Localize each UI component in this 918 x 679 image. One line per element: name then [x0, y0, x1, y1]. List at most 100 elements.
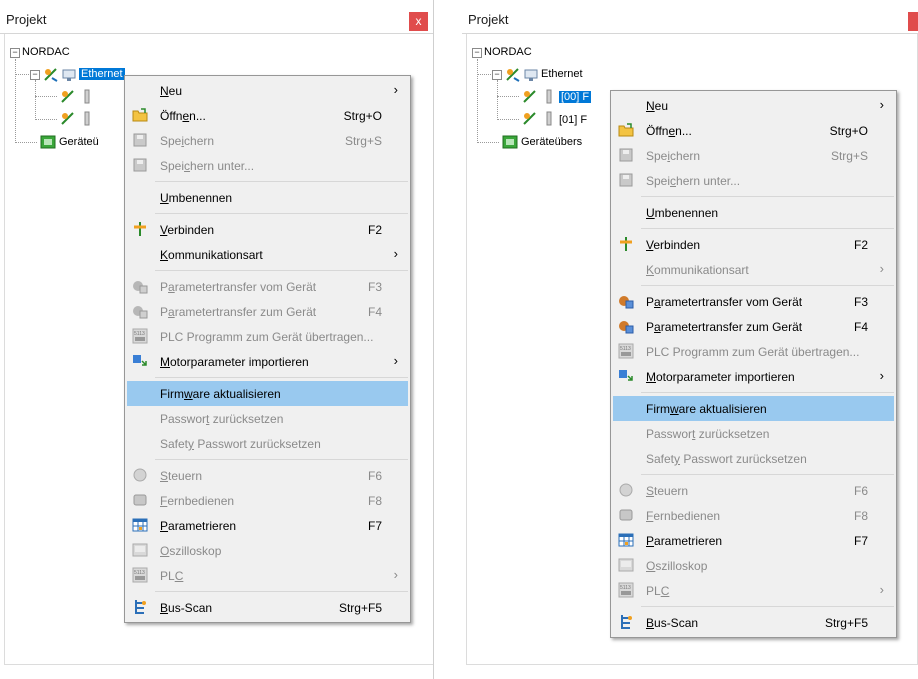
menu-item-label: Parametertransfer zum Gerät: [646, 320, 803, 334]
menu-item-umbenennen[interactable]: Umbenennen: [613, 200, 894, 225]
tree-item-ethernet[interactable]: Ethernet: [79, 66, 125, 82]
device-overview-icon: [40, 134, 56, 150]
tree-connector: [477, 142, 499, 143]
menu-item-speichern-unter[interactable]: Speichern unter...: [127, 153, 408, 178]
menu-item-plc[interactable]: 5113 PLC ›: [613, 578, 894, 603]
tree-connector: [15, 142, 37, 143]
menu-item-kommunikationsart[interactable]: Kommunikationsart ›: [613, 257, 894, 282]
menu-item-steuern[interactable]: Steuern F6: [613, 478, 894, 503]
tree-label: NORDAC: [484, 46, 532, 58]
collapse-toggle[interactable]: −: [30, 70, 40, 80]
menu-item-neu[interactable]: Neu ›: [127, 78, 408, 103]
menu-item-shortcut: F4: [853, 320, 868, 334]
menu-item-fernbedienen[interactable]: Fernbedienen F8: [613, 503, 894, 528]
tree-item-device-overview[interactable]: Geräteü: [59, 134, 99, 150]
collapse-toggle[interactable]: −: [492, 70, 502, 80]
menu-item-parametrieren[interactable]: Parametrieren F7: [127, 513, 408, 538]
menu-item-label: Fernbedienen: [646, 509, 721, 523]
tree-item-device-01[interactable]: [01] F: [559, 112, 587, 128]
tree-item-device-overview[interactable]: Geräteübers: [521, 134, 582, 150]
tree-label: Ethernet: [79, 68, 125, 80]
menu-item-label: Kommunikationsart: [646, 263, 749, 277]
tree-label: Geräteübers: [521, 136, 583, 148]
device-status-icon: [522, 111, 538, 127]
menu-item-shortcut: Strg+O: [343, 109, 382, 123]
tree-connector: [35, 119, 57, 120]
svg-text:5113: 5113: [134, 331, 145, 337]
tree-label: Geräteü: [59, 136, 99, 148]
menu-item-bus-scan[interactable]: Bus-Scan Strg+F5: [127, 595, 408, 620]
collapse-toggle[interactable]: −: [472, 48, 482, 58]
submenu-arrow-icon: ›: [879, 368, 884, 383]
menu-item-oeffnen[interactable]: Öffnen... Strg+O: [127, 103, 408, 128]
menu-item-neu[interactable]: Neu ›: [613, 93, 894, 118]
device-status-icon: [60, 111, 76, 127]
tree-connector: [15, 74, 29, 75]
menu-item-oszilloskop[interactable]: Oszilloskop: [613, 553, 894, 578]
close-button[interactable]: [908, 12, 918, 31]
menu-item-plc-programm-uebertragen[interactable]: 5113 PLC Programm zum Gerät übertragen...: [613, 339, 894, 364]
menu-item-bus-scan[interactable]: Bus-Scan Strg+F5: [613, 610, 894, 635]
open-folder-icon: [132, 107, 148, 123]
ethernet-icon: [523, 67, 539, 83]
connection-icon: [43, 67, 59, 83]
menu-item-motorparameter-importieren[interactable]: Motorparameter importieren ›: [127, 349, 408, 374]
menu-item-label: Speichern unter...: [160, 159, 255, 173]
ethernet-icon: [61, 67, 77, 83]
menu-item-speichern[interactable]: Speichern Strg+S: [613, 143, 894, 168]
menu-item-passwort-zuruecksetzen[interactable]: Passwort zurücksetzen: [613, 421, 894, 446]
menu-item-safety-passwort-zuruecksetzen[interactable]: Safety Passwort zurücksetzen: [613, 446, 894, 471]
menu-item-plc-programm-uebertragen[interactable]: 5113 PLC Programm zum Gerät übertragen...: [127, 324, 408, 349]
menu-item-plc[interactable]: 5113 PLC ›: [127, 563, 408, 588]
menu-item-speichern-unter[interactable]: Speichern unter...: [613, 168, 894, 193]
tree-item-ethernet[interactable]: Ethernet: [541, 66, 583, 82]
menu-item-label: Safety Passwort zurücksetzen: [160, 437, 321, 451]
menu-item-shortcut: Strg+F5: [338, 601, 382, 615]
tree-item-device-00[interactable]: [00] F: [559, 89, 592, 105]
menu-item-speichern[interactable]: Speichern Strg+S: [127, 128, 408, 153]
device-status-icon: [60, 89, 76, 105]
menu-separator: [155, 213, 408, 214]
tree-connector: [35, 80, 36, 120]
transfer-from-device-icon: [618, 293, 634, 309]
menu-item-safety-passwort-zuruecksetzen[interactable]: Safety Passwort zurücksetzen: [127, 431, 408, 456]
plc-icon: 5113: [618, 582, 634, 598]
menu-item-umbenennen[interactable]: Umbenennen: [127, 185, 408, 210]
menu-item-steuern[interactable]: Steuern F6: [127, 463, 408, 488]
collapse-toggle[interactable]: −: [10, 48, 20, 58]
parameter-table-icon: [618, 532, 634, 548]
menu-item-label: Öffnen...: [646, 124, 692, 138]
menu-item-parametertransfer-vom-geraet[interactable]: Parametertransfer vom Gerät F3: [613, 289, 894, 314]
tree-item-nordac[interactable]: NORDAC: [484, 44, 532, 60]
menu-item-label: Passwort zurücksetzen: [646, 427, 770, 441]
menu-item-oszilloskop[interactable]: Oszilloskop: [127, 538, 408, 563]
menu-item-fernbedienen[interactable]: Fernbedienen F8: [127, 488, 408, 513]
menu-item-verbinden[interactable]: Verbinden F2: [613, 232, 894, 257]
menu-item-parametertransfer-zum-geraet[interactable]: Parametertransfer zum Gerät F4: [613, 314, 894, 339]
menu-item-kommunikationsart[interactable]: Kommunikationsart ›: [127, 242, 408, 267]
menu-item-parametertransfer-vom-geraet[interactable]: Parametertransfer vom Gerät F3: [127, 274, 408, 299]
menu-item-shortcut: Strg+S: [344, 134, 382, 148]
menu-item-motorparameter-importieren[interactable]: Motorparameter importieren ›: [613, 364, 894, 389]
menu-item-passwort-zuruecksetzen[interactable]: Passwort zurücksetzen: [127, 406, 408, 431]
menu-item-parametertransfer-zum-geraet[interactable]: Parametertransfer zum Gerät F4: [127, 299, 408, 324]
menu-item-label: Umbenennen: [646, 206, 719, 220]
menu-item-verbinden[interactable]: Verbinden F2: [127, 217, 408, 242]
menu-item-oeffnen[interactable]: Öffnen... Strg+O: [613, 118, 894, 143]
save-icon: [132, 132, 148, 148]
bus-scan-icon: [618, 614, 634, 630]
menu-item-firmware-aktualisieren[interactable]: Firmware aktualisieren: [127, 381, 408, 406]
menu-item-parametrieren[interactable]: Parametrieren F7: [613, 528, 894, 553]
tree-item-nordac[interactable]: NORDAC: [22, 44, 70, 60]
menu-separator: [155, 377, 408, 378]
menu-item-firmware-aktualisieren[interactable]: Firmware aktualisieren: [613, 396, 894, 421]
close-button[interactable]: x: [409, 12, 428, 31]
remote-control-icon: [132, 492, 148, 508]
transfer-to-device-icon: [618, 318, 634, 334]
menu-item-shortcut: F7: [367, 519, 382, 533]
tree-connector: [497, 96, 519, 97]
remote-control-icon: [618, 507, 634, 523]
menu-item-label: Bus-Scan: [646, 616, 699, 630]
control-icon: [132, 467, 148, 483]
menu-item-label: Verbinden: [160, 223, 215, 237]
